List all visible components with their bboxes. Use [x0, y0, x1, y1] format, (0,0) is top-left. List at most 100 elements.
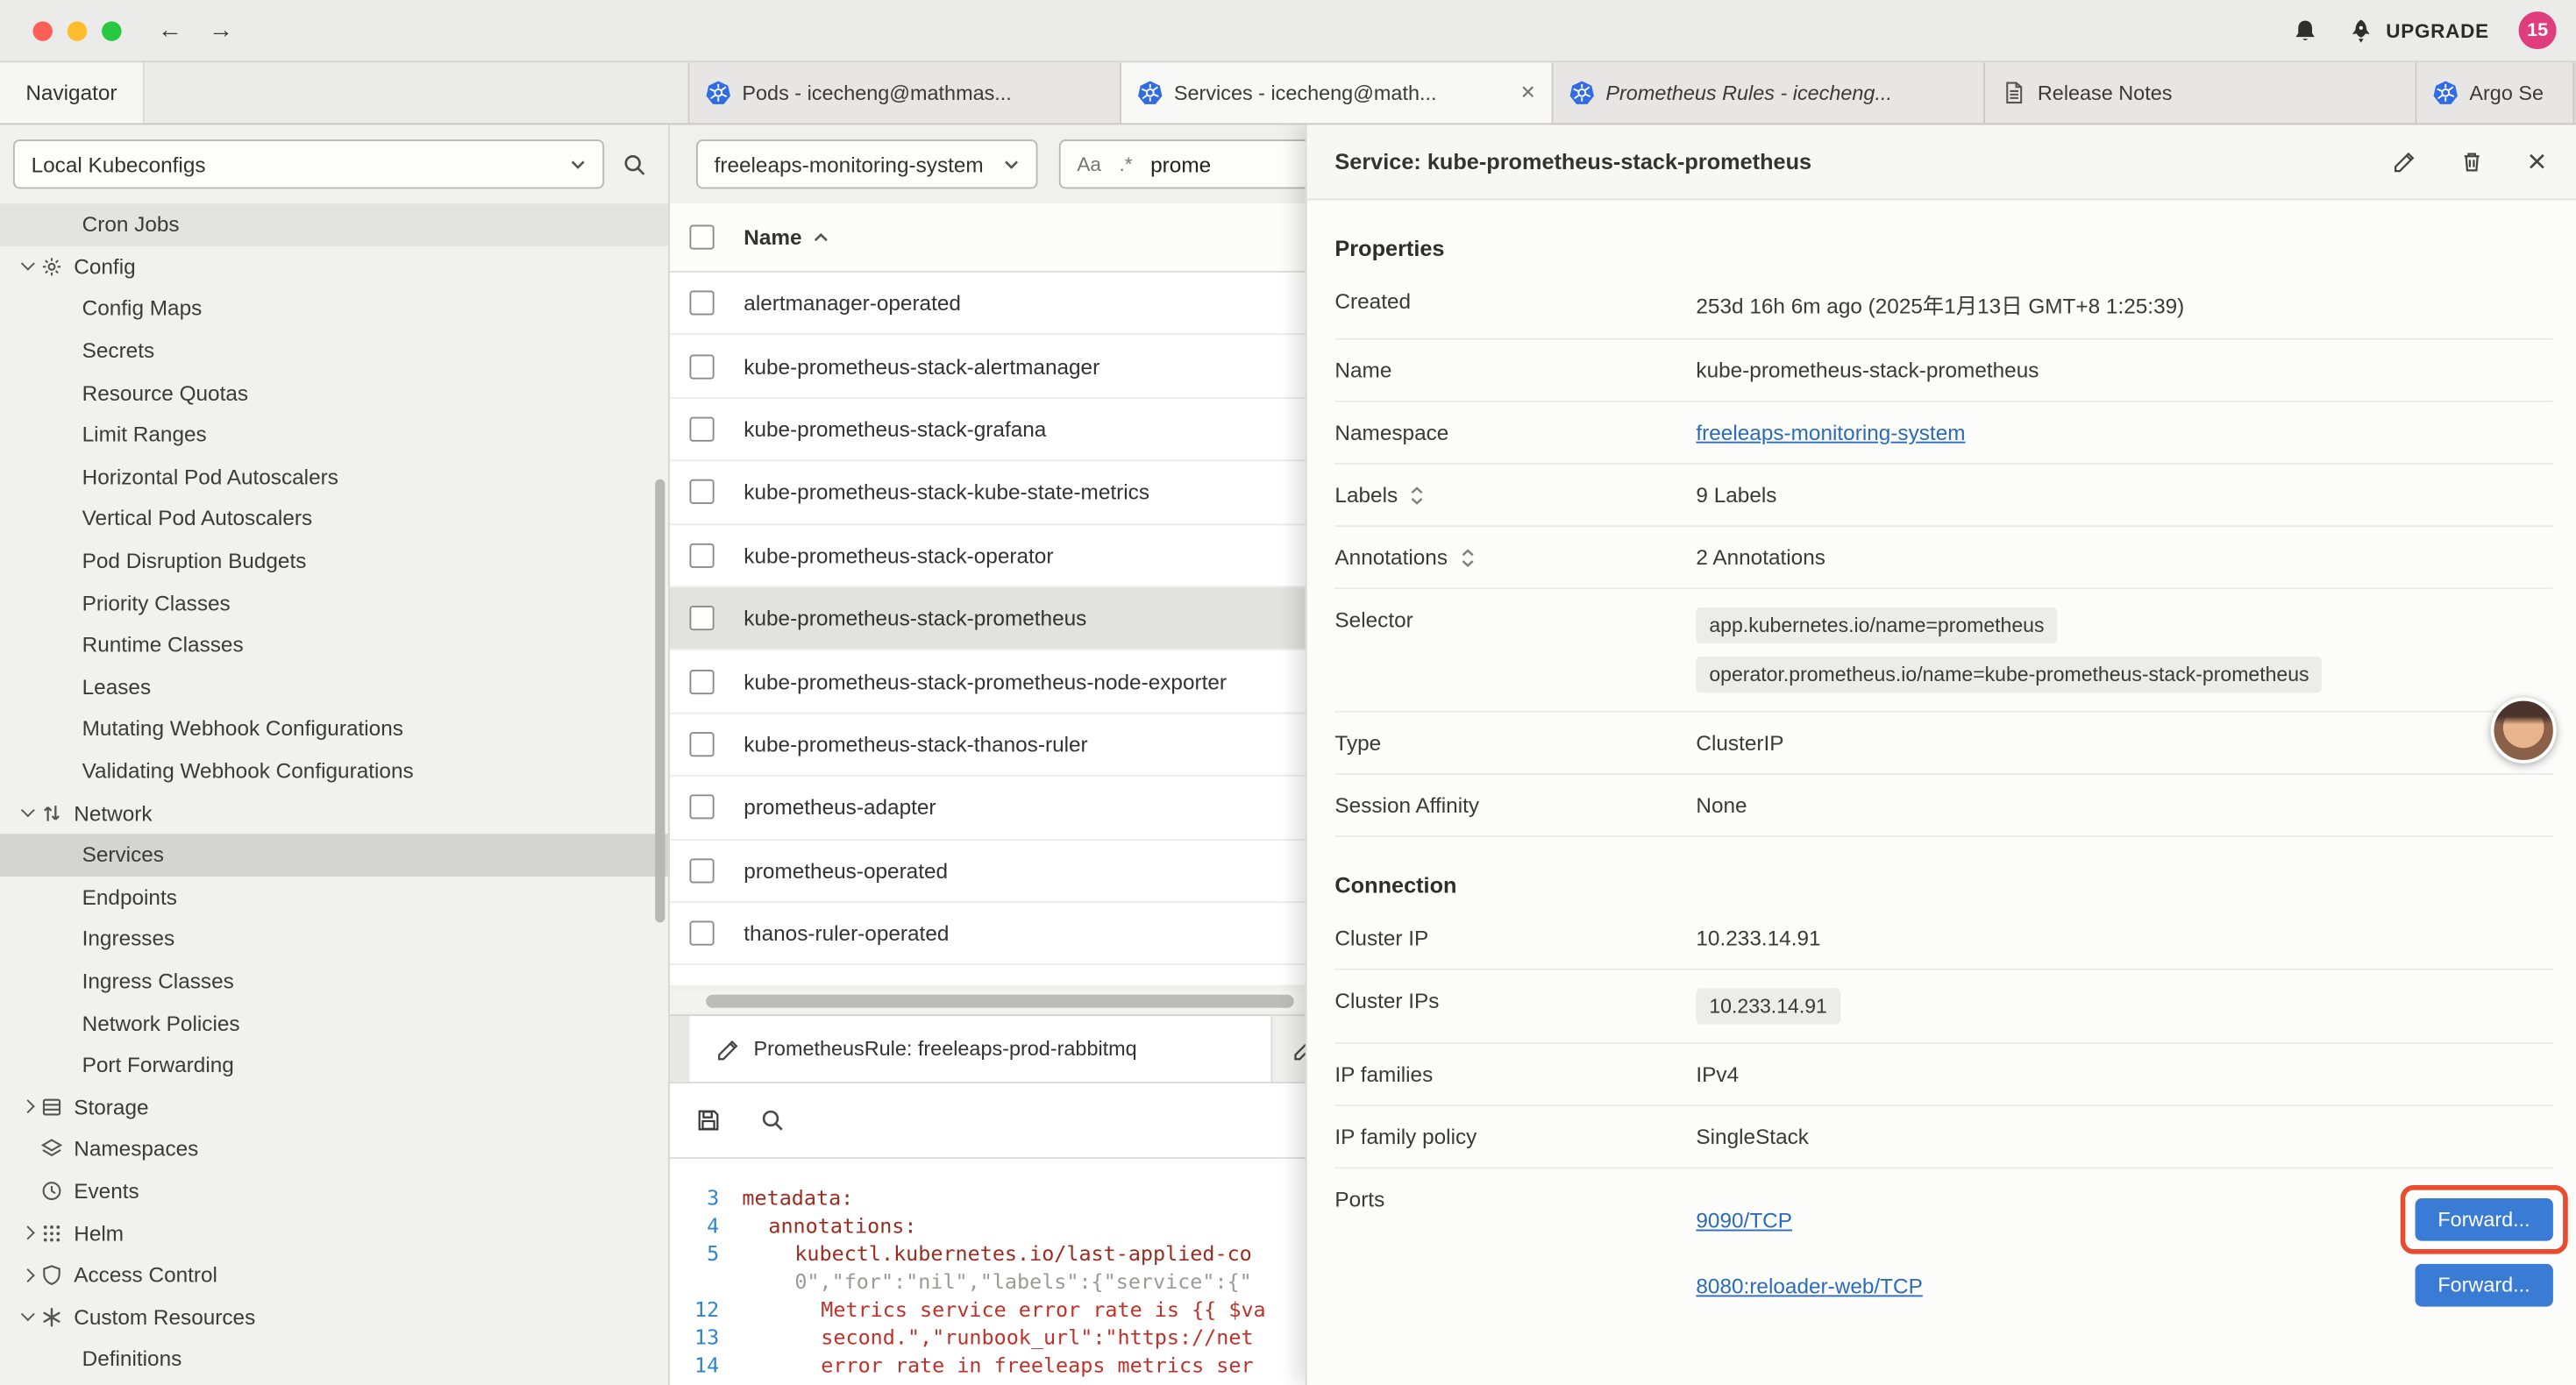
scrollbar-thumb[interactable] [706, 995, 1293, 1008]
row-name: prometheus-operated [744, 858, 948, 883]
sidebar-item-network[interactable]: Network [0, 792, 668, 834]
chevron-right-icon[interactable] [13, 1270, 41, 1280]
floating-user-avatar[interactable] [2491, 698, 2557, 764]
sidebar-item-validating-webhook-configurations[interactable]: Validating Webhook Configurations [0, 749, 668, 792]
sidebar-item-definitions[interactable]: Definitions [0, 1338, 668, 1380]
window-minimize-button[interactable] [68, 20, 87, 39]
sidebar-item-storage[interactable]: Storage [0, 1086, 668, 1128]
drawer-row-cluster-ips: Cluster IPs10.233.14.91 [1334, 970, 2552, 1044]
drawer-row-labels: Labels9 Labels [1334, 465, 2552, 527]
row-checkbox[interactable] [689, 669, 714, 693]
tab-release-notes[interactable]: Release Notes [1985, 62, 2416, 123]
notification-count-badge[interactable]: 15 [2519, 11, 2557, 49]
expand-toggle-icon[interactable] [1409, 485, 1426, 504]
delete-icon[interactable] [2460, 149, 2485, 174]
sidebar-item-ingresses[interactable]: Ingresses [0, 918, 668, 960]
port-link[interactable]: 8080:reloader-web/TCP [1696, 1273, 1922, 1297]
editor-search-icon[interactable] [760, 1108, 785, 1133]
navigator-panel-tab[interactable]: Navigator [0, 62, 145, 123]
sidebar-item-config[interactable]: Config [0, 245, 668, 288]
sidebar-item-access-control[interactable]: Access Control [0, 1254, 668, 1296]
tab-pods-icecheng-mathmas[interactable]: Pods - icecheng@mathmas... [689, 62, 1121, 123]
row-value: IPv4 [1696, 1062, 1739, 1087]
sidebar-item-network-policies[interactable]: Network Policies [0, 1002, 668, 1044]
forward-button[interactable]: → [209, 18, 233, 43]
row-checkbox[interactable] [689, 291, 714, 316]
traffic-lights [0, 20, 122, 39]
save-icon[interactable] [696, 1108, 721, 1133]
row-checkbox[interactable] [689, 479, 714, 504]
sidebar-item-config-maps[interactable]: Config Maps [0, 288, 668, 330]
sidebar-item-secrets[interactable]: Secrets [0, 330, 668, 372]
sidebar-item-services[interactable]: Services [0, 834, 668, 876]
row-checkbox[interactable] [689, 417, 714, 442]
tab-label: Prometheus Rules - icecheng... [1605, 82, 1892, 104]
sidebar-item-namespaces[interactable]: Namespaces [0, 1128, 668, 1170]
sidebar-search-icon[interactable] [623, 152, 647, 176]
sidebar-item-limit-ranges[interactable]: Limit Ranges [0, 414, 668, 456]
kubeconfig-select[interactable]: Local Kubeconfigs [13, 139, 604, 188]
value-badge: app.kubernetes.io/name=prometheus [1696, 607, 2057, 643]
forward-button[interactable]: Forward... [2415, 1264, 2553, 1307]
back-button[interactable]: ← [158, 18, 182, 43]
notifications-bell-icon[interactable] [2293, 18, 2319, 44]
sidebar-item-helm[interactable]: Helm [0, 1211, 668, 1254]
tab-services-icecheng-math[interactable]: Services - icecheng@math...× [1121, 62, 1553, 123]
editor-tab-prometheusrule[interactable]: PrometheusRule: freeleaps-prod-rabbitmq [689, 1016, 1272, 1082]
chevron-right-icon[interactable] [13, 1228, 41, 1238]
sidebar-item-label: Endpoints [82, 884, 177, 909]
horizontal-scrollbar[interactable] [670, 991, 1306, 1011]
sidebar-item-horizontal-pod-autoscalers[interactable]: Horizontal Pod Autoscalers [0, 456, 668, 498]
sidebar-item-custom-resources[interactable]: Custom Resources [0, 1296, 668, 1338]
sidebar-item-ingress-classes[interactable]: Ingress Classes [0, 960, 668, 1002]
chevron-down-icon[interactable] [13, 261, 41, 271]
row-checkbox[interactable] [689, 795, 714, 820]
edit-icon[interactable] [2393, 149, 2417, 174]
namespace-link[interactable]: freeleaps-monitoring-system [1696, 420, 1965, 444]
name-column-header[interactable]: Name [744, 225, 801, 250]
sidebar-item-port-forwarding[interactable]: Port Forwarding [0, 1044, 668, 1086]
sidebar-item-pod-disruption-budgets[interactable]: Pod Disruption Budgets [0, 540, 668, 582]
chevron-down-icon[interactable] [13, 1312, 41, 1322]
sidebar-item-resource-quotas[interactable]: Resource Quotas [0, 372, 668, 414]
sidebar-item-events[interactable]: Events [0, 1170, 668, 1212]
row-checkbox[interactable] [689, 354, 714, 379]
sidebar-item-vertical-pod-autoscalers[interactable]: Vertical Pod Autoscalers [0, 498, 668, 540]
sidebar-item-priority-classes[interactable]: Priority Classes [0, 582, 668, 624]
sidebar-item-runtime-classes[interactable]: Runtime Classes [0, 623, 668, 665]
row-checkbox[interactable] [689, 858, 714, 883]
tab-prometheus-rules-icecheng[interactable]: Prometheus Rules - icecheng... [1553, 62, 1984, 123]
sidebar-item-leases[interactable]: Leases [0, 665, 668, 707]
window-zoom-button[interactable] [102, 20, 121, 39]
tab-argo-se[interactable]: Argo Se [2416, 62, 2574, 123]
rocket-icon [2348, 18, 2374, 44]
sidebar-scrollbar[interactable] [655, 479, 665, 923]
row-checkbox[interactable] [689, 606, 714, 630]
sidebar-item-endpoints[interactable]: Endpoints [0, 876, 668, 918]
namespace-select[interactable]: freeleaps-monitoring-system [696, 139, 1038, 188]
regex-toggle[interactable]: .* [1120, 153, 1133, 175]
port-line-8080-reloader-web-tcp: 8080:reloader-web/TCP Forward... [1696, 1253, 2552, 1318]
sidebar-item-mutating-webhook-configurations[interactable]: Mutating Webhook Configurations [0, 707, 668, 749]
row-checkbox[interactable] [689, 921, 714, 946]
row-checkbox[interactable] [689, 732, 714, 756]
port-link[interactable]: 9090/TCP [1696, 1207, 1792, 1232]
row-label: Labels [1334, 483, 1398, 508]
row-checkbox[interactable] [689, 543, 714, 567]
close-icon[interactable]: × [2528, 146, 2547, 178]
sidebar-item-label: Network [74, 800, 152, 825]
chevron-right-icon[interactable] [13, 1102, 41, 1112]
forward-button[interactable]: Forward... [2415, 1198, 2553, 1241]
tab-close-icon[interactable]: × [1514, 79, 1535, 107]
kubeconfig-select-value: Local Kubeconfigs [32, 152, 206, 176]
sidebar-item-cron-jobs[interactable]: Cron Jobs [0, 203, 668, 245]
expand-toggle-icon[interactable] [1459, 548, 1476, 567]
dots-icon [41, 1222, 74, 1243]
select-all-checkbox[interactable] [689, 225, 714, 250]
row-name: kube-prometheus-stack-operator [744, 543, 1053, 567]
line-number: 4 [670, 1211, 742, 1239]
upgrade-button[interactable]: UPGRADE [2348, 18, 2489, 44]
chevron-down-icon[interactable] [13, 808, 41, 818]
match-case-toggle[interactable]: Aa [1077, 153, 1101, 175]
window-close-button[interactable] [32, 20, 52, 39]
